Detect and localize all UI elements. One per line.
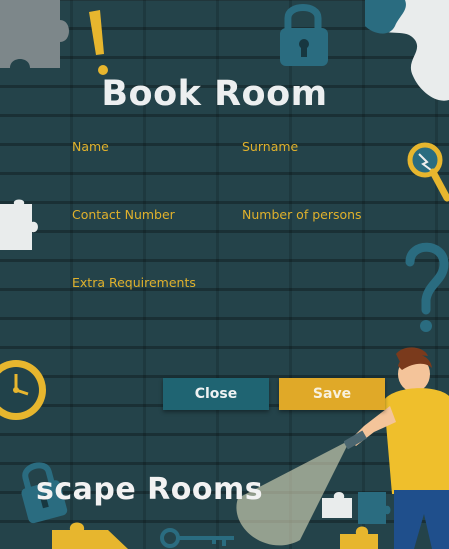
contact-number-label: Contact Number (72, 207, 175, 222)
close-button[interactable]: Close (163, 378, 269, 410)
extra-requirements-label: Extra Requirements (72, 275, 196, 290)
key-icon (160, 528, 234, 548)
magnifier-icon (407, 142, 449, 202)
puzzle-piece-icon (52, 522, 128, 549)
padlock-icon (280, 4, 328, 66)
surname-field[interactable] (242, 156, 396, 181)
exclamation-icon (89, 10, 108, 75)
question-mark-icon (405, 242, 449, 332)
brand-logo-text: scape Rooms (36, 472, 264, 507)
surname-label: Surname (242, 139, 299, 154)
persons-field[interactable] (242, 224, 396, 249)
clock-icon (0, 360, 46, 420)
explorer-character (344, 347, 449, 549)
persons-label: Number of persons (242, 207, 362, 222)
save-button[interactable]: Save (279, 378, 385, 410)
puzzle-piece-icon (0, 0, 69, 68)
page-title: Book Room (101, 74, 328, 114)
contact-number-field[interactable] (72, 224, 226, 249)
puzzle-piece-icon (0, 199, 38, 250)
name-field[interactable] (72, 156, 226, 181)
name-label: Name (72, 139, 109, 154)
extra-requirements-field[interactable] (72, 293, 376, 346)
